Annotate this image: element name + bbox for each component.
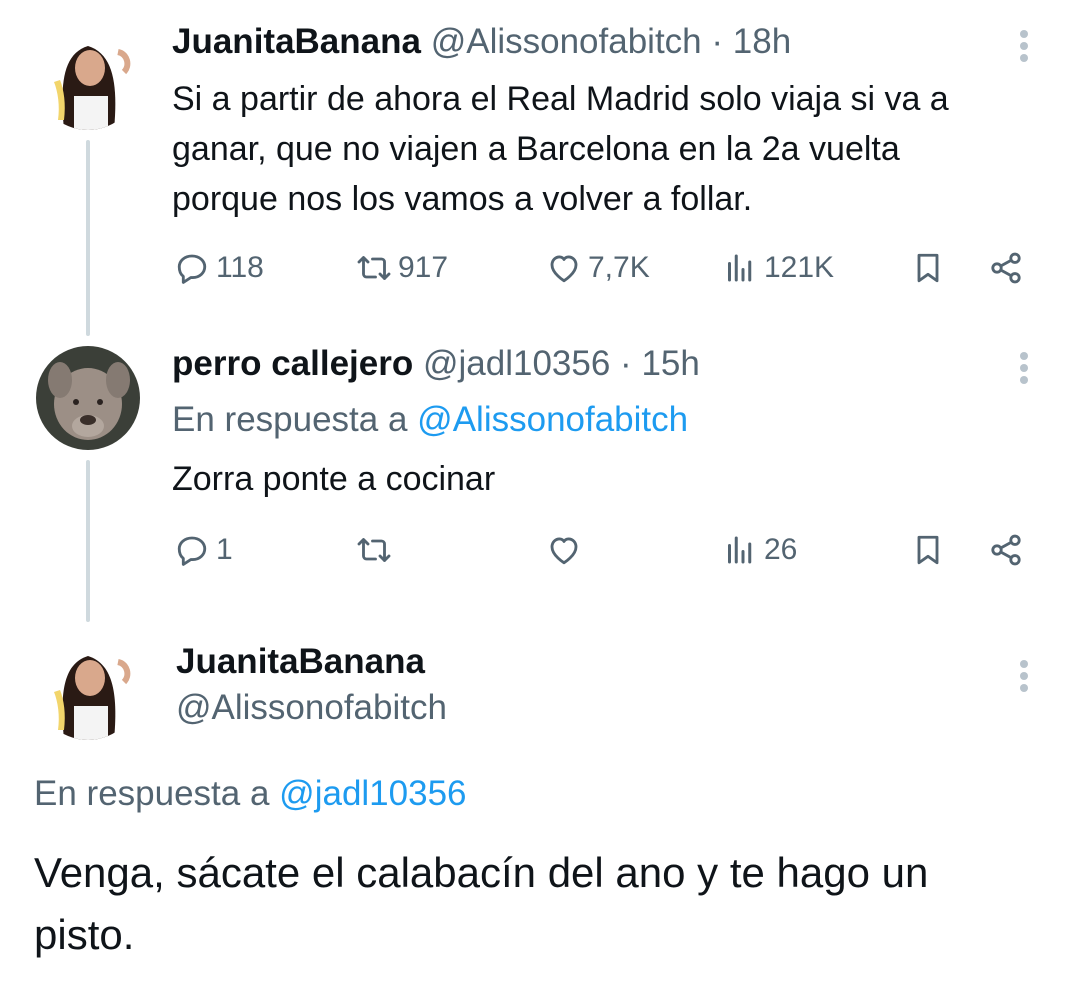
tweet2-text: Zorra ponte a cocinar (172, 460, 496, 498)
retweet-button[interactable]: 917 (356, 246, 448, 290)
more-icon[interactable] (1018, 26, 1030, 66)
text-line: ganar, que no viajen a Barcelona en la 2… (172, 130, 900, 168)
avatar-image (36, 636, 140, 740)
reply-icon (177, 536, 207, 566)
separator: · (711, 22, 724, 61)
timestamp[interactable]: 15h (641, 344, 699, 383)
retweet-icon (357, 256, 391, 280)
tweet2-actions: 1 26 (0, 528, 1080, 572)
views-icon (728, 536, 752, 564)
retweet-icon (357, 538, 391, 562)
display-name[interactable]: JuanitaBanana (176, 642, 425, 681)
handle[interactable]: @jadl10356 (423, 344, 610, 383)
bookmark-icon (917, 535, 939, 565)
tweet1-actions: 118 917 7,7K 121K (0, 246, 1080, 290)
more-icon[interactable] (1018, 348, 1030, 388)
avatar-juanitabanana[interactable] (36, 636, 140, 740)
retweet-count: 917 (398, 251, 449, 284)
share-button[interactable] (988, 528, 1024, 572)
avatar-image (36, 26, 140, 130)
like-button[interactable] (546, 528, 582, 572)
tweet3-text: Venga, sácate el calabacín del ano y te … (34, 842, 928, 966)
reply-button[interactable]: 118 (174, 246, 264, 290)
tweet3-name[interactable]: JuanitaBanana (176, 642, 425, 682)
text-line: pisto. (34, 911, 135, 958)
heart-icon (550, 537, 578, 565)
bookmark-button[interactable] (910, 246, 946, 290)
views-button[interactable]: 26 (722, 528, 797, 572)
avatar-juanitabanana[interactable] (36, 26, 140, 130)
reply-button[interactable]: 1 (174, 528, 233, 572)
tweet1-text: Si a partir de ahora el Real Madrid solo… (172, 74, 949, 224)
avatar-image (36, 346, 140, 450)
reply-prefix: En respuesta a (34, 774, 270, 813)
reply-prefix: En respuesta a (172, 400, 408, 439)
bookmark-button[interactable] (910, 528, 946, 572)
share-icon (991, 252, 1021, 284)
reply-to-link[interactable]: @jadl10356 (279, 774, 466, 813)
heart-icon (550, 255, 578, 283)
timestamp[interactable]: 18h (733, 22, 791, 61)
views-icon (728, 254, 752, 282)
views-count: 121K (764, 251, 835, 284)
text-line: Si a partir de ahora el Real Madrid solo… (172, 80, 949, 118)
like-count: 7,7K (588, 251, 650, 284)
tweet3-handle[interactable]: @Alissonofabitch (176, 688, 447, 728)
tweet2-header: perro callejero @jadl10356 · 15h (172, 344, 700, 384)
retweet-button[interactable] (356, 528, 392, 572)
handle[interactable]: @Alissonofabitch (431, 22, 702, 61)
reply-to-link[interactable]: @Alissonofabitch (417, 400, 688, 439)
views-count: 26 (764, 533, 798, 566)
like-button[interactable]: 7,7K (546, 246, 650, 290)
reply-context: En respuesta a @Alissonofabitch (172, 400, 688, 440)
share-icon (991, 534, 1021, 566)
reply-count: 1 (216, 533, 233, 566)
separator: · (620, 344, 632, 383)
reply-count: 118 (216, 251, 264, 284)
views-button[interactable]: 121K (722, 246, 834, 290)
tweet1-header: JuanitaBanana @Alissonofabitch · 18h (172, 22, 791, 62)
reply-icon (177, 254, 207, 284)
handle[interactable]: @Alissonofabitch (176, 688, 447, 727)
text-line: porque nos los vamos a volver a follar. (172, 180, 753, 218)
bookmark-icon (917, 253, 939, 283)
more-icon[interactable] (1018, 656, 1030, 696)
thread-line (86, 140, 90, 336)
text-line: Venga, sácate el calabacín del ano y te … (34, 849, 929, 896)
display-name[interactable]: JuanitaBanana (172, 22, 421, 61)
reply-context: En respuesta a @jadl10356 (34, 774, 467, 814)
avatar-perro-callejero[interactable] (36, 346, 140, 450)
share-button[interactable] (988, 246, 1024, 290)
display-name[interactable]: perro callejero (172, 344, 413, 383)
